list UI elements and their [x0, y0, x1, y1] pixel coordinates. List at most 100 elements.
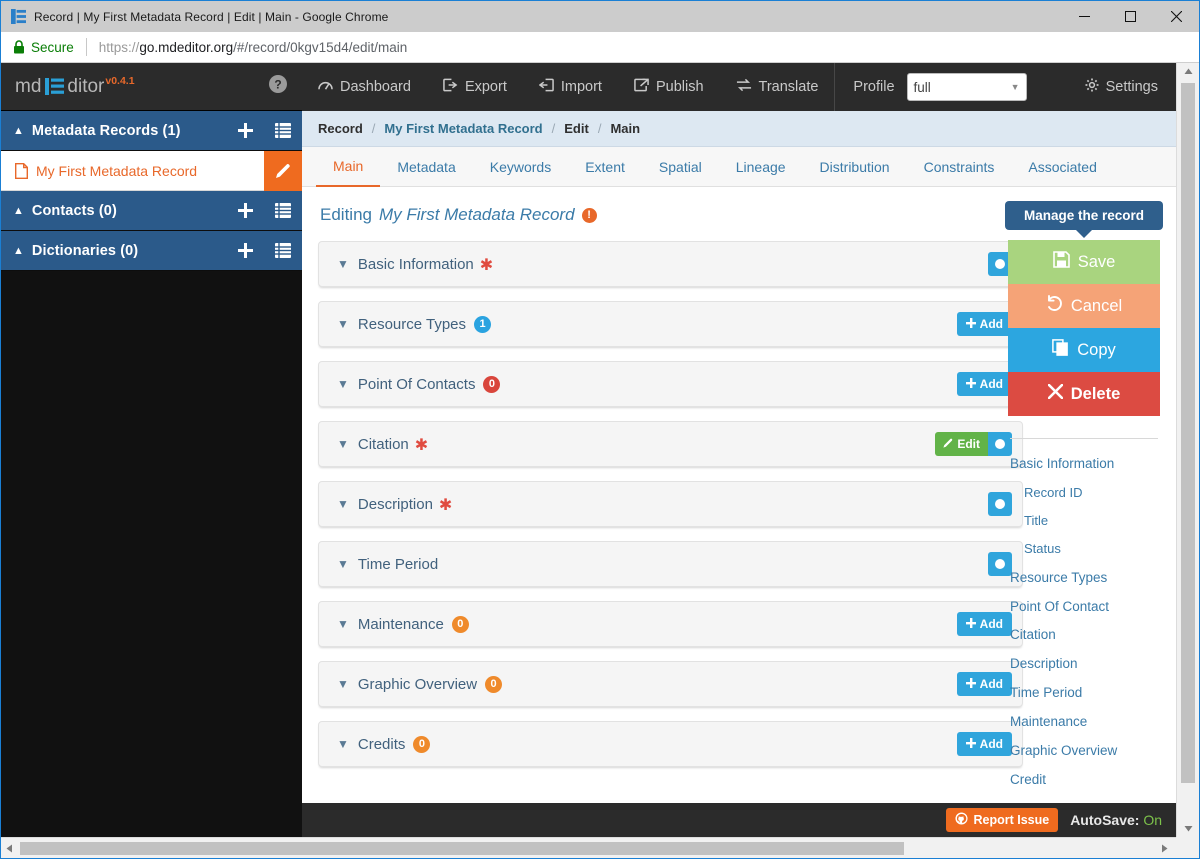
panel-basic-information[interactable]: ▼ Basic Information ✱	[318, 241, 1023, 287]
save-button[interactable]: Save	[1008, 240, 1160, 284]
tab-associated[interactable]: Associated	[1011, 147, 1113, 187]
panel-actions: Add	[956, 672, 1012, 696]
window-controls	[1061, 1, 1199, 32]
vertical-scrollbar[interactable]	[1176, 63, 1199, 837]
application-body: md ditor v0.4.1 ? ▲ Metadata Records (1)…	[1, 63, 1199, 837]
rail-link-citation[interactable]: Citation	[1008, 622, 1160, 649]
report-issue-button[interactable]: Report Issue	[946, 808, 1059, 832]
pencil-icon	[943, 437, 953, 451]
profile-select[interactable]: full ▼	[906, 73, 1027, 101]
browser-url-bar[interactable]: Secure https://go.mdeditor.org/#/record/…	[1, 32, 1199, 63]
scroll-left-arrow[interactable]	[1, 844, 18, 853]
panel-point-of-contacts[interactable]: ▼ Point Of Contacts 0 Add	[318, 361, 1023, 407]
tab-constraints[interactable]: Constraints	[907, 147, 1012, 187]
panel-count-badge: 0	[413, 735, 431, 753]
scroll-up-arrow[interactable]	[1177, 63, 1199, 80]
add-maintenance-button[interactable]: Add	[956, 612, 1012, 636]
panel-maintenance[interactable]: ▼ Maintenance 0 Add	[318, 601, 1023, 647]
rail-link-credit[interactable]: Credit	[1008, 767, 1160, 794]
contacts-list-icon[interactable]	[264, 191, 302, 230]
chevron-up-icon: ▲	[13, 244, 24, 257]
close-button[interactable]	[1153, 1, 1199, 32]
nav-dashboard[interactable]: Dashboard	[302, 63, 427, 111]
edit-citation-button[interactable]: Edit	[935, 432, 988, 456]
add-metadata-record-button[interactable]	[226, 111, 264, 150]
help-circle-icon[interactable]: ?	[268, 74, 288, 99]
app-logo[interactable]: md ditor v0.4.1	[15, 75, 135, 98]
nav-translate[interactable]: Translate	[720, 63, 835, 111]
tab-keywords[interactable]: Keywords	[473, 147, 568, 187]
rail-link-maintenance[interactable]: Maintenance	[1008, 709, 1160, 736]
add-credit-button[interactable]: Add	[956, 732, 1012, 756]
rail-link-status[interactable]: Status	[1008, 536, 1160, 562]
panel-time-period[interactable]: ▼ Time Period	[318, 541, 1023, 587]
rail-link-title[interactable]: Title	[1008, 508, 1160, 534]
panel-title: Resource Types	[357, 315, 467, 333]
tab-extent[interactable]: Extent	[568, 147, 642, 187]
breadcrumb-item-record-name[interactable]: My First Metadata Record	[384, 121, 542, 136]
exclamation-circle-icon: !	[581, 207, 597, 223]
breadcrumb-item-edit[interactable]: Edit	[564, 121, 589, 136]
tab-main[interactable]: Main	[316, 147, 381, 187]
sidebar-section-contacts[interactable]: ▲ Contacts (0)	[1, 191, 302, 231]
breadcrumb-item-main[interactable]: Main	[610, 121, 640, 136]
breadcrumb-item-record[interactable]: Record	[318, 121, 363, 136]
panel-credits[interactable]: ▼ Credits 0 Add	[318, 721, 1023, 767]
rail-link-record-id[interactable]: Record ID	[1008, 480, 1160, 506]
panel-title: Time Period	[357, 555, 439, 573]
chevron-down-icon: ▼	[337, 257, 349, 271]
nav-export[interactable]: Export	[427, 63, 523, 111]
metadata-records-list-icon[interactable]	[264, 111, 302, 150]
horizontal-scrollbar[interactable]	[1, 837, 1199, 858]
editing-record-name: My First Metadata Record	[378, 205, 575, 224]
url-domain: go.mdeditor.org	[139, 39, 234, 55]
chevron-down-icon: ▼	[337, 317, 349, 331]
window-titlebar: Record | My First Metadata Record | Edit…	[1, 1, 1199, 32]
scroll-right-arrow[interactable]	[1156, 844, 1173, 853]
panel-graphic-overview[interactable]: ▼ Graphic Overview 0 Add	[318, 661, 1023, 707]
nav-publish[interactable]: Publish	[618, 63, 720, 111]
maximize-button[interactable]	[1107, 1, 1153, 32]
nav-label: Dashboard	[340, 79, 411, 95]
rail-link-time-period[interactable]: Time Period	[1008, 680, 1160, 707]
autosave-status: AutoSave: On	[1070, 812, 1162, 828]
mdeditor-app-icon	[10, 9, 26, 25]
add-resource-type-button[interactable]: Add	[956, 312, 1012, 336]
panel-description[interactable]: ▼ Description ✱	[318, 481, 1023, 527]
rail-link-basic-information[interactable]: Basic Information	[1008, 451, 1160, 478]
chevron-up-icon: ▲	[13, 124, 24, 137]
add-point-of-contact-button[interactable]: Add	[956, 372, 1012, 396]
add-graphic-overview-button[interactable]: Add	[956, 672, 1012, 696]
nav-settings[interactable]: Settings	[1069, 63, 1176, 111]
rail-link-description[interactable]: Description	[1008, 651, 1160, 678]
tab-spatial[interactable]: Spatial	[642, 147, 719, 187]
minimize-button[interactable]	[1061, 1, 1107, 32]
sidebar-section-dictionaries[interactable]: ▲ Dictionaries (0)	[1, 231, 302, 271]
tab-lineage[interactable]: Lineage	[719, 147, 803, 187]
rail-link-point-of-contact[interactable]: Point Of Contact	[1008, 594, 1160, 621]
cancel-button[interactable]: Cancel	[1008, 284, 1160, 328]
sidebar-section-metadata-records[interactable]: ▲ Metadata Records (1)	[1, 111, 302, 151]
scroll-down-arrow[interactable]	[1177, 820, 1199, 837]
panel-citation[interactable]: ▼ Citation ✱ Edit	[318, 421, 1023, 467]
add-dictionary-button[interactable]	[226, 231, 264, 270]
tab-distribution[interactable]: Distribution	[803, 147, 907, 187]
sidebar-section-label: Contacts (0)	[31, 202, 117, 219]
rail-link-resource-types[interactable]: Resource Types	[1008, 565, 1160, 592]
delete-button[interactable]: Delete	[1008, 372, 1160, 416]
rail-link-graphic-overview[interactable]: Graphic Overview	[1008, 738, 1160, 765]
panel-resource-types[interactable]: ▼ Resource Types 1 Add	[318, 301, 1023, 347]
record-manage-rail: Manage the record Save Cancel Copy Delet…	[1005, 201, 1163, 794]
plus-icon	[965, 317, 976, 331]
tab-metadata[interactable]: Metadata	[380, 147, 472, 187]
url-scheme: https://	[98, 39, 140, 55]
sidebar-record-item[interactable]: My First Metadata Record	[1, 150, 302, 191]
dictionaries-list-icon[interactable]	[264, 231, 302, 270]
horizontal-scroll-thumb[interactable]	[20, 841, 904, 855]
add-contact-button[interactable]	[226, 191, 264, 230]
vertical-scroll-thumb[interactable]	[1181, 83, 1195, 783]
edit-record-button[interactable]	[264, 150, 302, 191]
copy-button[interactable]: Copy	[1008, 328, 1160, 372]
nav-import[interactable]: Import	[523, 63, 618, 111]
panel-count-badge: 1	[474, 315, 492, 333]
